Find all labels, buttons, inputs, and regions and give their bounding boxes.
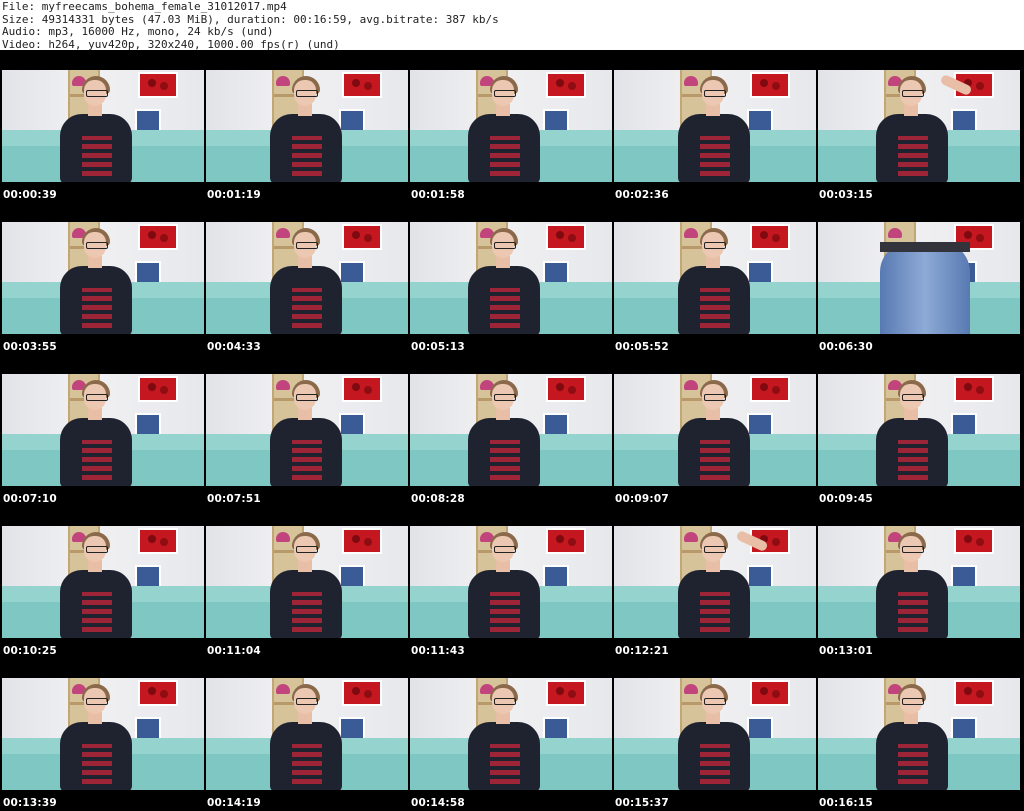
thumbnail-frame-image xyxy=(614,222,816,334)
timestamp-label: 00:01:19 xyxy=(207,189,261,201)
thumbnail-cell: 00:04:33 xyxy=(204,202,408,354)
timestamp-label: 00:07:10 xyxy=(3,493,57,505)
thumbnail-grid: 00:00:39 00:01:19 00:01:58 00:02:36 00:03:15… xyxy=(0,50,1024,811)
thumbnail-frame-image xyxy=(206,678,408,790)
thumbnail-frame-image xyxy=(206,526,408,638)
thumbnail-frame-image xyxy=(818,374,1020,486)
thumbnail-cell: 00:02:36 xyxy=(612,50,816,202)
timestamp-label: 00:09:07 xyxy=(615,493,669,505)
thumbnail-cell: 00:10:25 xyxy=(0,506,204,658)
timestamp-label: 00:05:13 xyxy=(411,341,465,353)
timestamp-label: 00:10:25 xyxy=(3,645,57,657)
thumbnail-cell: 00:15:37 xyxy=(612,658,816,810)
timestamp-label: 00:05:52 xyxy=(615,341,669,353)
timestamp-label: 00:07:51 xyxy=(207,493,261,505)
thumbnail-cell: 00:05:52 xyxy=(612,202,816,354)
timestamp-label: 00:03:15 xyxy=(819,189,873,201)
thumbnail-cell: 00:03:55 xyxy=(0,202,204,354)
thumbnail-cell: 00:01:58 xyxy=(408,50,612,202)
thumbnail-cell: 00:09:07 xyxy=(612,354,816,506)
thumbnail-cell: 00:11:04 xyxy=(204,506,408,658)
timestamp-label: 00:02:36 xyxy=(615,189,669,201)
timestamp-label: 00:09:45 xyxy=(819,493,873,505)
thumbnail-cell: 00:00:39 xyxy=(0,50,204,202)
file-name-line: File: myfreecams_bohema_female_31012017.… xyxy=(2,0,287,13)
timestamp-label: 00:13:39 xyxy=(3,797,57,809)
timestamp-label: 00:14:58 xyxy=(411,797,465,809)
thumbnail-cell: 00:13:01 xyxy=(816,506,1020,658)
timestamp-label: 00:01:58 xyxy=(411,189,465,201)
thumbnail-frame-image xyxy=(410,678,612,790)
thumbnail-cell: 00:09:45 xyxy=(816,354,1020,506)
thumbnail-frame-image xyxy=(410,222,612,334)
thumbnail-frame-image xyxy=(818,526,1020,638)
thumbnail-frame-image xyxy=(2,678,204,790)
timestamp-label: 00:11:04 xyxy=(207,645,261,657)
thumbnail-cell: 00:14:58 xyxy=(408,658,612,810)
thumbnail-cell: 00:16:15 xyxy=(816,658,1020,810)
thumbnail-frame-image xyxy=(206,374,408,486)
thumbnail-frame-image xyxy=(2,526,204,638)
thumbnail-cell: 00:07:51 xyxy=(204,354,408,506)
thumbnail-frame-image xyxy=(614,70,816,182)
thumbnail-frame-image xyxy=(818,70,1020,182)
timestamp-label: 00:00:39 xyxy=(3,189,57,201)
timestamp-label: 00:14:19 xyxy=(207,797,261,809)
timestamp-label: 00:04:33 xyxy=(207,341,261,353)
thumbnail-frame-image xyxy=(410,70,612,182)
thumbnail-frame-image xyxy=(818,222,1020,334)
timestamp-label: 00:08:28 xyxy=(411,493,465,505)
thumbnail-frame-image xyxy=(818,678,1020,790)
thumbnail-frame-image xyxy=(2,374,204,486)
thumbnail-frame-image xyxy=(2,70,204,182)
thumbnail-cell: 00:01:19 xyxy=(204,50,408,202)
file-info-header: File: myfreecams_bohema_female_31012017.… xyxy=(0,0,1024,50)
thumbnail-frame-image xyxy=(410,374,612,486)
thumbnail-cell: 00:08:28 xyxy=(408,354,612,506)
timestamp-label: 00:11:43 xyxy=(411,645,465,657)
thumbnail-cell: 00:06:30 xyxy=(816,202,1020,354)
thumbnail-frame-image xyxy=(206,70,408,182)
thumbnail-frame-image xyxy=(206,222,408,334)
timestamp-label: 00:06:30 xyxy=(819,341,873,353)
thumbnail-frame-image xyxy=(614,526,816,638)
timestamp-label: 00:16:15 xyxy=(819,797,873,809)
audio-line: Audio: mp3, 16000 Hz, mono, 24 kb/s (und… xyxy=(2,25,274,38)
timestamp-label: 00:03:55 xyxy=(3,341,57,353)
thumbnail-frame-image xyxy=(614,678,816,790)
thumbnail-cell: 00:14:19 xyxy=(204,658,408,810)
thumbnail-cell: 00:05:13 xyxy=(408,202,612,354)
thumbnail-cell: 00:12:21 xyxy=(612,506,816,658)
thumbnail-frame-image xyxy=(2,222,204,334)
timestamp-label: 00:15:37 xyxy=(615,797,669,809)
timestamp-label: 00:12:21 xyxy=(615,645,669,657)
thumbnail-frame-image xyxy=(410,526,612,638)
thumbnail-cell: 00:03:15 xyxy=(816,50,1020,202)
thumbnail-frame-image xyxy=(614,374,816,486)
thumbnail-cell: 00:07:10 xyxy=(0,354,204,506)
thumbnail-cell: 00:11:43 xyxy=(408,506,612,658)
timestamp-label: 00:13:01 xyxy=(819,645,873,657)
thumbnail-cell: 00:13:39 xyxy=(0,658,204,810)
